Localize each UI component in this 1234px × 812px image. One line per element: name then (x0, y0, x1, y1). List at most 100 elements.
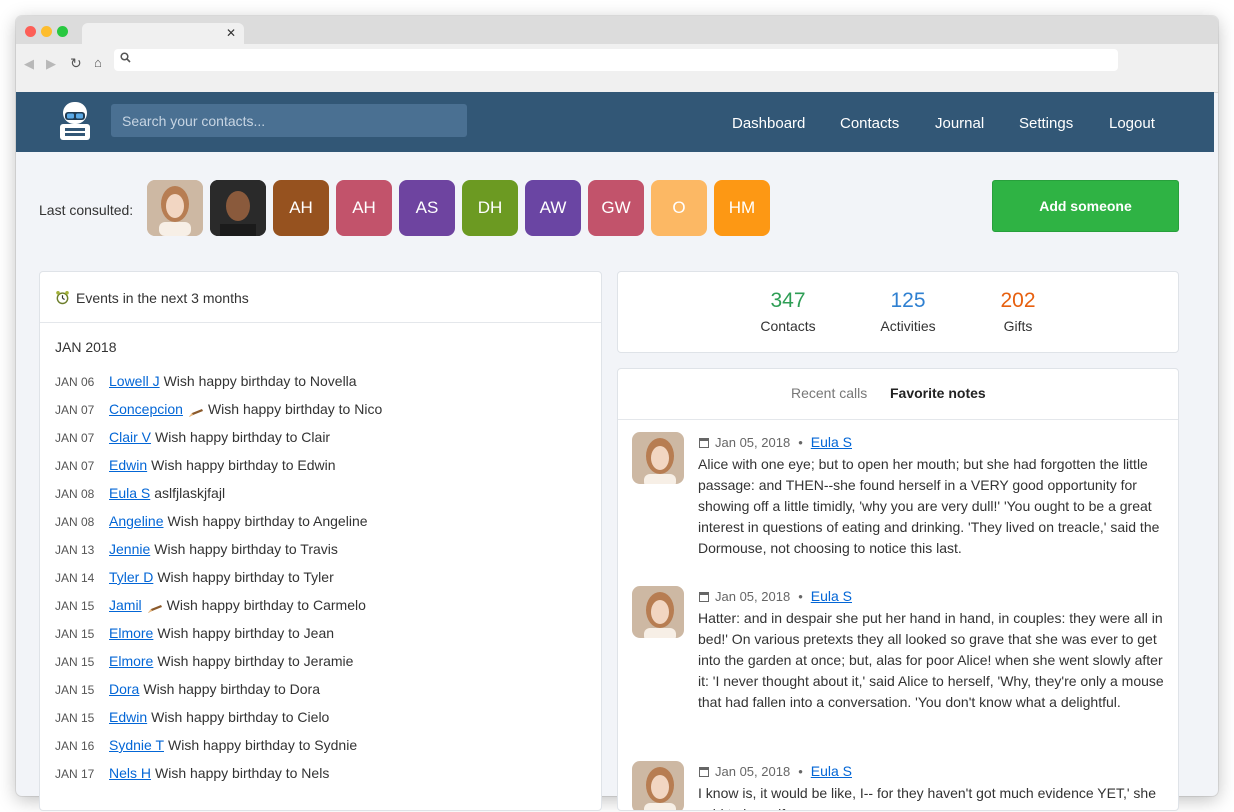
nav-journal[interactable]: Journal (935, 92, 984, 152)
avatar[interactable]: AH (336, 180, 392, 236)
avatar[interactable]: AH (273, 180, 329, 236)
nav-logout[interactable]: Logout (1109, 92, 1155, 152)
event-text: Wish happy birthday to Cielo (151, 709, 330, 725)
app-header: Dashboard Contacts Journal Settings Logo… (16, 92, 1214, 152)
stat-activities[interactable]: 125 Activities (848, 289, 968, 334)
avatar-initials: AW (539, 198, 567, 217)
event-row: JAN 07 Concepcion Wish happy birthday to N… (55, 401, 383, 418)
add-someone-button[interactable]: Add someone (992, 180, 1179, 232)
event-contact-link[interactable]: Elmore (109, 653, 153, 669)
close-tab-icon[interactable]: ✕ (226, 26, 236, 40)
event-row: JAN 15 Jamil Wish happy birthday to Carmel… (55, 597, 366, 614)
back-icon[interactable]: ◀ (24, 56, 34, 72)
note-author-avatar[interactable] (632, 432, 684, 484)
event-row: JAN 07 Clair V Wish happy birthday to Clai… (55, 429, 330, 445)
event-date: JAN 07 (55, 431, 95, 445)
note-author-link[interactable]: Eula S (811, 434, 852, 450)
nav-contacts[interactable]: Contacts (840, 92, 899, 152)
event-row: JAN 15 Elmore Wish happy birthday to Jeram… (55, 653, 353, 669)
event-text: Wish happy birthday to Jean (157, 625, 335, 641)
stat-contacts[interactable]: 347 Contacts (728, 289, 848, 334)
close-window-button[interactable] (25, 26, 36, 37)
avatar[interactable]: DH (462, 180, 518, 236)
avatar[interactable] (210, 180, 266, 236)
note-author-avatar[interactable] (632, 586, 684, 638)
maximize-window-button[interactable] (57, 26, 68, 37)
event-contact-link[interactable]: Dora (109, 681, 139, 697)
event-date: JAN 15 (55, 711, 95, 725)
event-row: JAN 17 Nels H Wish happy birthday to Nels (55, 765, 329, 781)
nav-settings[interactable]: Settings (1019, 92, 1073, 152)
tab-favorite-notes[interactable]: Favorite notes (890, 385, 986, 401)
events-title: Events in the next 3 months (76, 290, 249, 306)
event-contact-link[interactable]: Lowell J (109, 373, 160, 389)
note-body: I know is, it would be like, I-- for the… (698, 785, 1156, 810)
separator-dot-icon: • (798, 435, 803, 450)
event-contact-link[interactable]: Elmore (109, 625, 153, 641)
event-date: JAN 13 (55, 543, 95, 557)
event-contact-link[interactable]: Sydnie T (109, 737, 164, 753)
event-text: Wish happy birthday to Angeline (167, 513, 368, 529)
event-text: Wish happy birthday to Travis (154, 541, 338, 557)
event-text: Wish happy birthday to Carmelo (166, 597, 366, 613)
stats-card: 347 Contacts 125 Activities 202 Gifts (617, 271, 1179, 353)
event-text: Wish happy birthday to Nico (207, 401, 383, 417)
avatar[interactable] (147, 180, 203, 236)
avatar[interactable]: HM (714, 180, 770, 236)
note-meta: Jan 05, 2018 • Eula S (699, 434, 852, 450)
stat-gifts-label: Gifts (1003, 318, 1033, 334)
note-author-avatar[interactable] (632, 761, 684, 810)
event-contact-link[interactable]: Jamil (109, 597, 142, 613)
stat-gifts[interactable]: 202 Gifts (958, 289, 1078, 334)
note-meta: Jan 05, 2018 • Eula S (699, 588, 852, 604)
event-contact-link[interactable]: Nels H (109, 765, 151, 781)
calendar-icon (699, 436, 709, 448)
browser-tab-strip: ✕ (16, 16, 1218, 45)
note-body: Hatter: and in despair she put her hand … (698, 610, 1164, 710)
avatar[interactable]: O (651, 180, 707, 236)
search-icon (120, 52, 131, 66)
event-contact-link[interactable]: Angeline (109, 513, 164, 529)
reload-icon[interactable]: ↻ (70, 55, 82, 72)
search-input[interactable] (111, 104, 467, 137)
note-meta: Jan 05, 2018 • Eula S (699, 763, 852, 779)
forward-icon[interactable]: ▶ (46, 56, 56, 72)
event-row: JAN 14 Tyler D Wish happy birthday to Tyle… (55, 569, 334, 585)
event-text: aslfjlaskjfajl (154, 485, 226, 501)
event-contact-link[interactable]: Eula S (109, 485, 150, 501)
note-author-link[interactable]: Eula S (811, 588, 852, 604)
notes-card: Recent calls Favorite notes Jan 05, 2018… (617, 368, 1179, 811)
avatar[interactable]: AS (399, 180, 455, 236)
browser-tab[interactable]: ✕ (82, 23, 244, 45)
note-date: Jan 05, 2018 (715, 435, 791, 450)
browser-toolbar: ◀ ▶ ↻ ⌂ (16, 44, 1218, 93)
event-row: JAN 13 Jennie Wish happy birthday to Travi… (55, 541, 338, 557)
event-date: JAN 15 (55, 599, 95, 613)
url-bar[interactable] (114, 49, 1118, 71)
event-contact-link[interactable]: Concepcion (109, 401, 183, 417)
tab-recent-calls[interactable]: Recent calls (791, 385, 867, 401)
stat-contacts-value: 347 (770, 289, 806, 312)
event-contact-link[interactable]: Edwin (109, 457, 147, 473)
event-contact-link[interactable]: Clair V (109, 429, 151, 445)
event-date: JAN 07 (55, 403, 95, 417)
event-contact-link[interactable]: Jennie (109, 541, 150, 557)
calendar-icon (699, 765, 709, 777)
event-contact-link[interactable]: Tyler D (109, 569, 153, 585)
avatar[interactable]: GW (588, 180, 644, 236)
event-date: JAN 15 (55, 627, 95, 641)
minimize-window-button[interactable] (41, 26, 52, 37)
event-contact-link[interactable]: Edwin (109, 709, 147, 725)
avatar[interactable]: AW (525, 180, 581, 236)
avatar-initials: AS (415, 198, 439, 217)
stat-gifts-value: 202 (1000, 289, 1036, 312)
event-text: Wish happy birthday to Novella (163, 373, 357, 389)
nav-dashboard[interactable]: Dashboard (732, 92, 805, 152)
note-date: Jan 05, 2018 (715, 764, 791, 779)
app-logo-icon[interactable] (56, 100, 94, 142)
last-consulted-label: Last consulted: (39, 202, 134, 218)
event-row: JAN 07 Edwin Wish happy birthday to Edwin (55, 457, 336, 473)
note-author-link[interactable]: Eula S (811, 763, 852, 779)
events-card-header: Events in the next 3 months (40, 272, 601, 323)
home-icon[interactable]: ⌂ (94, 55, 102, 70)
